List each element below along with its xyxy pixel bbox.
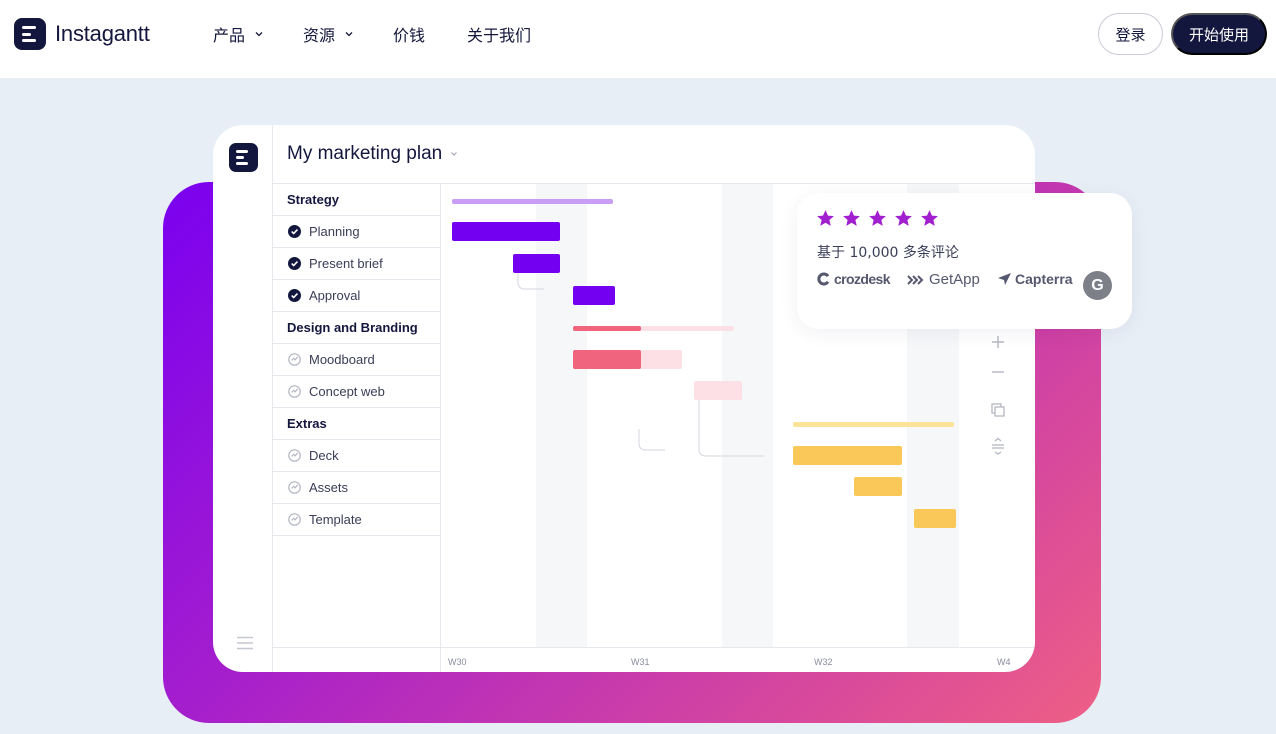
app-header: My marketing plan: [273, 125, 1035, 184]
task-bar[interactable]: [573, 286, 615, 305]
progress-circle-icon: [288, 385, 301, 398]
task-bar[interactable]: [694, 381, 742, 400]
progress-circle-icon: [288, 481, 301, 494]
review-card: 基于 10,000 多条评论 crozdesk GetApp Capterra …: [797, 193, 1132, 329]
task-group-row[interactable]: Strategy: [273, 184, 441, 216]
task-row[interactable]: Template: [273, 504, 441, 536]
expand-rows-icon[interactable]: [989, 437, 1007, 455]
getapp-logo-icon: GetApp: [907, 271, 980, 288]
chevron-down-icon: [451, 152, 458, 156]
task-row[interactable]: Deck: [273, 440, 441, 472]
app-sidebar-rail: [213, 125, 273, 672]
get-started-button[interactable]: 开始使用: [1171, 13, 1267, 55]
brand-label: crozdesk: [834, 271, 891, 287]
zoom-out-icon[interactable]: [989, 363, 1007, 381]
progress-circle-icon: [288, 449, 301, 462]
nav-item-label: 资源: [303, 26, 336, 45]
task-bar[interactable]: [793, 446, 902, 465]
task-bar[interactable]: [914, 509, 956, 528]
group-summary-bar[interactable]: [793, 422, 954, 427]
task-row[interactable]: Moodboard: [273, 344, 441, 376]
star-icon: [895, 210, 912, 226]
check-circle-icon: [288, 257, 301, 270]
nav-item-resources[interactable]: 资源: [303, 22, 353, 46]
week-label: W30: [448, 657, 467, 667]
task-label: Concept web: [309, 384, 385, 399]
task-bar[interactable]: [452, 222, 560, 241]
task-label: Template: [309, 512, 362, 527]
task-label: Moodboard: [309, 352, 375, 367]
nav-item-label: 关于我们: [467, 26, 532, 45]
brand-label: Capterra: [1015, 271, 1073, 287]
task-label: Design and Branding: [287, 320, 418, 335]
star-icon: [817, 210, 834, 226]
rating-stars: [816, 209, 946, 228]
group-progress-bar[interactable]: [573, 326, 641, 331]
task-bar[interactable]: [513, 254, 560, 273]
app-logo-icon: [229, 143, 258, 172]
task-row[interactable]: Present brief: [273, 248, 441, 280]
star-icon: [843, 210, 860, 226]
zoom-in-icon[interactable]: [989, 333, 1007, 351]
task-label: Assets: [309, 480, 349, 495]
chevron-down-icon: [345, 32, 353, 37]
task-label: Extras: [287, 416, 327, 431]
task-label: Present brief: [309, 256, 383, 271]
chevron-down-icon: [255, 32, 263, 37]
timeline-tools: [985, 326, 1011, 464]
top-navigation: Instagantt 产品 资源 价钱 关于我们 登录 开始使用: [0, 0, 1276, 78]
menu-icon[interactable]: [236, 636, 254, 650]
task-label: Planning: [309, 224, 360, 239]
task-label: Deck: [309, 448, 339, 463]
instagantt-logo-icon: [14, 18, 46, 50]
project-title[interactable]: My marketing plan: [287, 143, 458, 165]
task-row[interactable]: Assets: [273, 472, 441, 504]
check-circle-icon: [288, 289, 301, 302]
nav-item-pricing[interactable]: 价钱: [393, 22, 425, 46]
brand-logo-link[interactable]: Instagantt: [14, 18, 150, 50]
nav-item-label: 产品: [213, 26, 246, 45]
task-label: Strategy: [287, 192, 340, 207]
star-icon: [869, 210, 886, 226]
review-count-text: 基于 10,000 多条评论: [817, 245, 959, 261]
capterra-logo-icon: Capterra: [997, 271, 1073, 287]
task-list: Strategy Planning Present brief Approval Des…: [273, 184, 441, 672]
week-label: W31: [631, 657, 650, 667]
duplicate-icon[interactable]: [989, 401, 1007, 419]
g2-logo-icon: G: [1083, 271, 1112, 300]
login-button[interactable]: 登录: [1098, 13, 1163, 55]
task-group-row[interactable]: Extras: [273, 408, 441, 440]
nav-item-label: 价钱: [393, 26, 426, 45]
nav-item-about[interactable]: 关于我们: [467, 22, 531, 46]
task-row[interactable]: Approval: [273, 280, 441, 312]
group-summary-bar[interactable]: [452, 199, 613, 204]
task-group-row[interactable]: Design and Branding: [273, 312, 441, 344]
progress-circle-icon: [288, 353, 301, 366]
check-circle-icon: [288, 225, 301, 238]
project-title-text: My marketing plan: [287, 143, 443, 164]
task-progress-bar[interactable]: [573, 350, 641, 369]
task-bar[interactable]: [854, 477, 902, 496]
star-icon: [921, 210, 938, 226]
task-row[interactable]: Concept web: [273, 376, 441, 408]
main-nav: 产品 资源 价钱 关于我们: [213, 22, 531, 46]
week-label: W32: [814, 657, 833, 667]
brand-label: GetApp: [929, 271, 980, 288]
task-label: Approval: [309, 288, 361, 303]
week-label: W4: [997, 657, 1011, 667]
crozdesk-logo-icon: crozdesk: [817, 271, 891, 287]
progress-circle-icon: [288, 513, 301, 526]
task-row[interactable]: Planning: [273, 216, 441, 248]
timeline-axis: W30 W31 W32 W4: [273, 647, 1035, 672]
nav-item-products[interactable]: 产品: [213, 22, 263, 46]
brand-name: Instagantt: [55, 21, 150, 46]
